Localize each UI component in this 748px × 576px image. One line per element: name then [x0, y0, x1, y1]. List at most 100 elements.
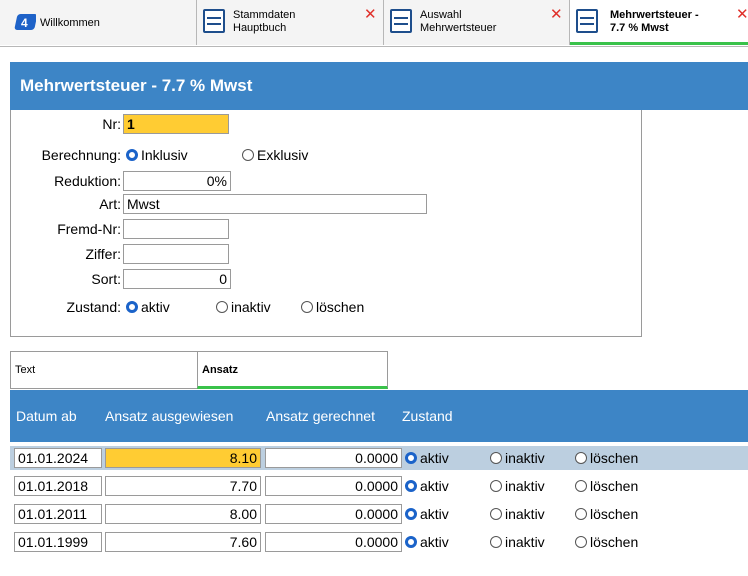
radio-label: aktiv — [420, 450, 449, 466]
tab-label-line1: Auswahl — [420, 9, 462, 21]
radio-inaktiv[interactable]: inaktiv — [490, 534, 545, 550]
radio-selected-icon — [405, 508, 417, 520]
sort-field[interactable]: 0 — [123, 269, 231, 289]
radio-label: aktiv — [420, 506, 449, 522]
zustand-label: Zustand: — [66, 299, 121, 315]
ansatz-ausgewiesen-field[interactable]: 7.60 — [105, 532, 261, 552]
radio-loeschen[interactable]: löschen — [301, 299, 364, 315]
nr-label: Nr: — [102, 116, 121, 132]
tab-label-line2: 7.7 % Mwst — [610, 22, 669, 34]
close-icon[interactable]: ✕ — [736, 7, 748, 22]
radio-unselected-icon — [575, 536, 587, 548]
radio-label: inaktiv — [505, 450, 545, 466]
fremd-nr-label: Fremd-Nr: — [57, 221, 121, 237]
radio-unselected-icon — [216, 301, 228, 313]
radio-label: löschen — [590, 534, 639, 550]
radio-loeschen[interactable]: löschen — [575, 534, 638, 550]
radio-label: löschen — [590, 478, 639, 494]
table-row[interactable]: 01.01.2024 8.10 0.0000 aktiv inaktiv lös… — [10, 446, 748, 470]
tab-label-line2: Hauptbuch — [233, 22, 287, 34]
radio-label: inaktiv — [505, 478, 545, 494]
ansatz-ausgewiesen-field[interactable]: 8.00 — [105, 504, 261, 524]
ziffer-field[interactable] — [123, 244, 229, 264]
nr-field[interactable]: 1 — [123, 114, 229, 134]
radio-label: inaktiv — [505, 506, 545, 522]
table-row[interactable]: 01.01.1999 7.60 0.0000 aktiv inaktiv lös… — [10, 530, 748, 554]
radio-selected-icon — [405, 480, 417, 492]
radio-unselected-icon — [490, 536, 502, 548]
subtab-label: Text — [15, 364, 36, 376]
radio-selected-icon — [126, 301, 138, 313]
tab-label: Willkommen — [40, 17, 100, 29]
radio-unselected-icon — [242, 149, 254, 161]
ansatz-ausgewiesen-field[interactable]: 8.10 — [105, 448, 261, 468]
close-icon[interactable]: ✕ — [550, 7, 563, 22]
ansatz-gerechnet-field[interactable]: 0.0000 — [265, 504, 402, 524]
table-row[interactable]: 01.01.2011 8.00 0.0000 aktiv inaktiv lös… — [10, 502, 748, 526]
tab-mehrwertsteuer-active[interactable]: Mehrwertsteuer - 7.7 % Mwst ✕ — [570, 0, 748, 45]
document-list-icon — [576, 9, 598, 33]
radio-label: löschen — [316, 299, 365, 315]
svg-text:4: 4 — [21, 16, 28, 30]
datum-field[interactable]: 01.01.2011 — [14, 504, 102, 524]
datum-field[interactable]: 01.01.1999 — [14, 532, 102, 552]
radio-unselected-icon — [490, 480, 502, 492]
radio-label: aktiv — [420, 478, 449, 494]
reduktion-field[interactable]: 0% — [123, 171, 231, 191]
tab-label-line2: Mehrwertsteuer — [420, 22, 497, 34]
column-header-zustand: Zustand — [402, 408, 453, 424]
subtab-text[interactable]: Text — [10, 351, 198, 389]
radio-label: inaktiv — [505, 534, 545, 550]
radio-label: Inklusiv — [141, 147, 188, 163]
table-row[interactable]: 01.01.2018 7.70 0.0000 aktiv inaktiv lös… — [10, 474, 748, 498]
radio-unselected-icon — [490, 452, 502, 464]
form-panel: Nr: 1 Berechnung: Inklusiv Exklusiv Redu… — [10, 110, 642, 337]
radio-unselected-icon — [301, 301, 313, 313]
art-field[interactable]: Mwst — [123, 194, 427, 214]
ansatz-gerechnet-field[interactable]: 0.0000 — [265, 532, 402, 552]
tab-bar: 4 Willkommen Stammdaten Hauptbuch ✕ Ausw… — [0, 0, 748, 47]
close-icon[interactable]: ✕ — [364, 7, 377, 22]
radio-unselected-icon — [575, 480, 587, 492]
radio-inaktiv[interactable]: inaktiv — [490, 506, 545, 522]
radio-inaktiv[interactable]: inaktiv — [490, 478, 545, 494]
datum-field[interactable]: 01.01.2018 — [14, 476, 102, 496]
datum-field[interactable]: 01.01.2024 — [14, 448, 102, 468]
ziffer-label: Ziffer: — [85, 246, 121, 262]
column-header-ansatz-ausgewiesen: Ansatz ausgewiesen — [105, 408, 234, 424]
radio-inklusiv[interactable]: Inklusiv — [126, 147, 188, 163]
subtab-ansatz[interactable]: Ansatz — [197, 351, 388, 389]
art-label: Art: — [99, 196, 121, 212]
subtab-label: Ansatz — [202, 364, 239, 376]
radio-aktiv[interactable]: aktiv — [405, 478, 449, 494]
radio-aktiv[interactable]: aktiv — [405, 534, 449, 550]
document-list-icon — [203, 9, 225, 33]
radio-loeschen[interactable]: löschen — [575, 478, 638, 494]
tab-auswahl-mehrwertsteuer[interactable]: Auswahl Mehrwertsteuer ✕ — [384, 0, 570, 45]
radio-selected-icon — [405, 452, 417, 464]
radio-aktiv[interactable]: aktiv — [405, 506, 449, 522]
fremd-nr-field[interactable] — [123, 219, 229, 239]
radio-exklusiv[interactable]: Exklusiv — [242, 147, 308, 163]
radio-aktiv[interactable]: aktiv — [126, 299, 170, 315]
tab-willkommen[interactable]: 4 Willkommen — [0, 0, 197, 45]
radio-selected-icon — [405, 536, 417, 548]
sort-label: Sort: — [91, 271, 121, 287]
radio-label: löschen — [590, 450, 639, 466]
app-logo-icon: 4 — [14, 14, 36, 30]
radio-loeschen[interactable]: löschen — [575, 506, 638, 522]
radio-loeschen[interactable]: löschen — [575, 450, 638, 466]
tab-label-line1: Mehrwertsteuer - — [610, 9, 699, 21]
tab-stammdaten-hauptbuch[interactable]: Stammdaten Hauptbuch ✕ — [197, 0, 384, 45]
grid-header: Datum ab Ansatz ausgewiesen Ansatz gerec… — [10, 390, 748, 442]
ansatz-ausgewiesen-field[interactable]: 7.70 — [105, 476, 261, 496]
radio-inaktiv[interactable]: inaktiv — [490, 450, 545, 466]
radio-inaktiv[interactable]: inaktiv — [216, 299, 271, 315]
ansatz-gerechnet-field[interactable]: 0.0000 — [265, 476, 402, 496]
radio-label: Exklusiv — [257, 147, 309, 163]
page-title: Mehrwertsteuer - 7.7 % Mwst — [20, 76, 253, 95]
ansatz-gerechnet-field[interactable]: 0.0000 — [265, 448, 402, 468]
radio-aktiv[interactable]: aktiv — [405, 450, 449, 466]
column-header-ansatz-gerechnet: Ansatz gerechnet — [266, 408, 375, 424]
tab-label-line1: Stammdaten — [233, 9, 296, 21]
